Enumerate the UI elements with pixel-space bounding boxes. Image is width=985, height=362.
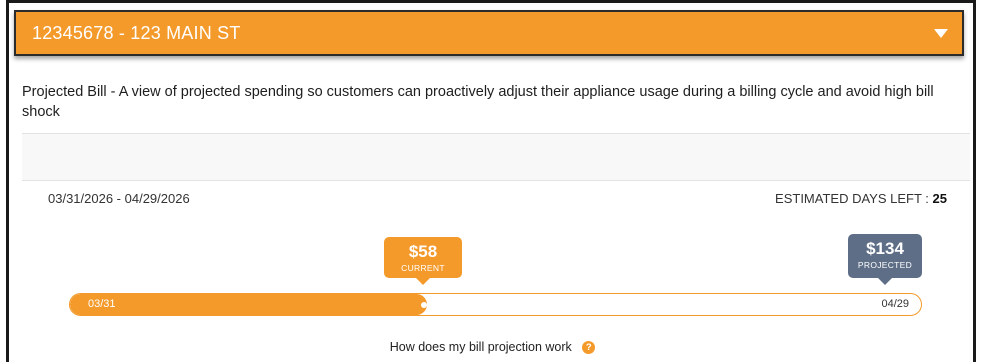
days-left-label: ESTIMATED DAYS LEFT : <box>775 191 929 206</box>
projection-panel <box>22 181 970 362</box>
chevron-down-icon[interactable] <box>934 28 948 38</box>
panel-header-strip <box>22 134 970 181</box>
current-amount: $58 <box>408 242 438 261</box>
question-icon[interactable]: ? <box>582 341 596 355</box>
billing-date-range: 03/31/2026 - 04/29/2026 <box>48 191 190 206</box>
bill-projection-help-link[interactable]: How does my bill projection work <box>390 340 572 354</box>
current-label: CURRENT <box>401 263 445 273</box>
account-title: 12345678 - 123 MAIN ST <box>32 22 241 43</box>
days-left-value: 25 <box>932 191 947 206</box>
current-position-marker <box>421 302 427 308</box>
projected-bill-description: Projected Bill - A view of projected spe… <box>22 84 934 120</box>
account-selector[interactable]: 12345678 - 123 MAIN ST <box>14 10 964 56</box>
projected-amount: $134 <box>866 239 904 258</box>
projected-label: PROJECTED <box>857 260 913 270</box>
projected-amount-bubble: $134 PROJECTED <box>848 234 922 285</box>
billing-progress-bar <box>69 293 922 316</box>
help-row: How does my bill projection work ? <box>0 340 985 355</box>
billing-progress-fill <box>70 294 428 315</box>
cycle-end-date: 04/29 <box>881 298 909 310</box>
current-amount-bubble: $58 CURRENT <box>384 237 462 285</box>
cycle-start-date: 03/31 <box>88 298 116 310</box>
estimated-days-left: ESTIMATED DAYS LEFT : 25 <box>775 191 947 206</box>
